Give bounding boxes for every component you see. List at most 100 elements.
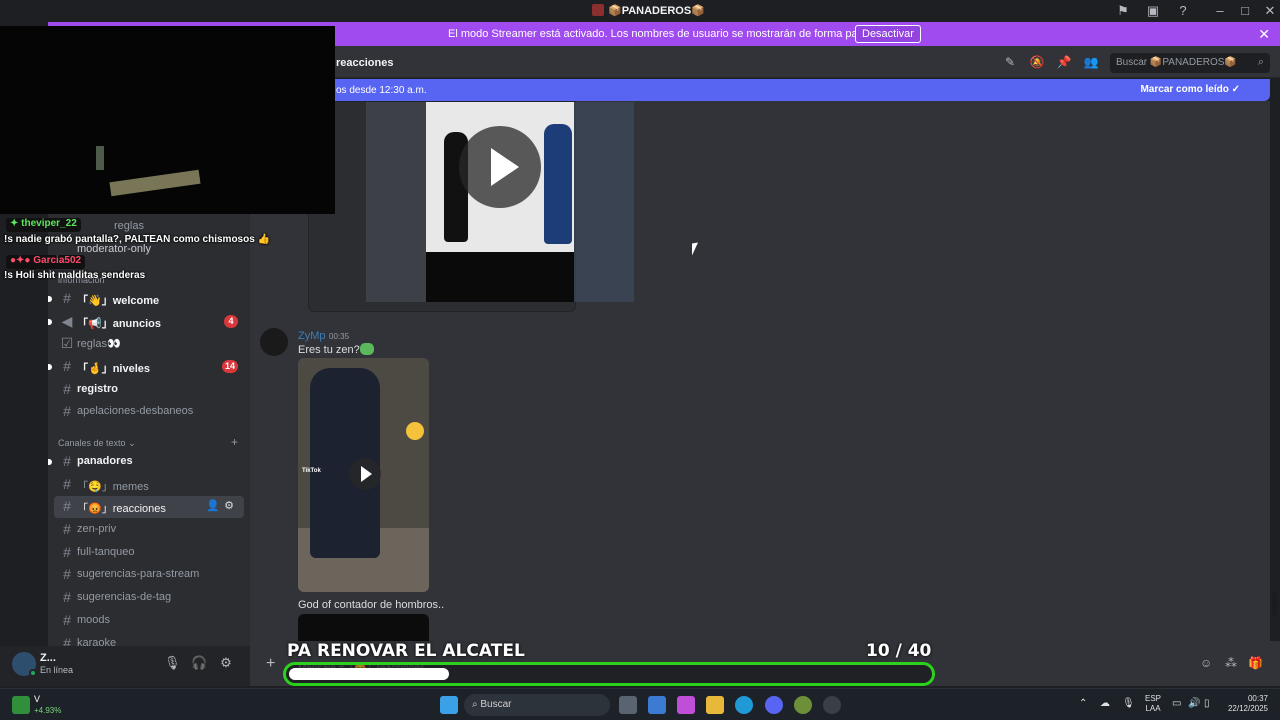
emoji-icon[interactable]: ☺ bbox=[1200, 656, 1214, 670]
hash-icon: # bbox=[63, 358, 71, 374]
new-messages-since: os desde 12:30 a.m. bbox=[336, 85, 427, 96]
channel-reglas[interactable]: ☑ reglas👀 bbox=[48, 333, 250, 355]
battery-icon[interactable]: ▯ bbox=[1204, 698, 1210, 709]
add-channel-icon[interactable]: + bbox=[231, 435, 238, 449]
help-icon[interactable]: ? bbox=[1175, 3, 1191, 19]
close-banner-icon[interactable]: ✕ bbox=[1258, 26, 1270, 43]
search-input[interactable]: Buscar 📦PANADEROS📦 ⌕ bbox=[1110, 53, 1270, 73]
title-bar: 📦PANADEROS📦 ⚑ ▣ ? – □ ✕ bbox=[0, 0, 1280, 22]
gear-icon[interactable]: ⚙ bbox=[224, 500, 238, 512]
inbox-icon[interactable]: ▣ bbox=[1145, 3, 1161, 19]
chevron-up-icon[interactable]: ⌃ bbox=[1079, 698, 1087, 709]
disable-streamer-button[interactable]: Desactivar bbox=[855, 25, 921, 43]
chevron-down-icon: ⌄ bbox=[128, 438, 136, 448]
stock-widget-icon[interactable] bbox=[12, 696, 30, 714]
members-icon[interactable]: 👥 bbox=[1083, 55, 1099, 71]
channel-full-tanqueo[interactable]: # full-tanqueo bbox=[48, 542, 250, 564]
channel-label: 「📢」anuncios bbox=[77, 318, 161, 330]
gear-icon[interactable]: ⚙ bbox=[218, 655, 234, 671]
channel-label: full-tanqueo bbox=[77, 546, 135, 558]
app-icon[interactable] bbox=[794, 696, 812, 714]
video-embed[interactable] bbox=[308, 101, 634, 312]
minimize-button[interactable]: – bbox=[1212, 3, 1228, 19]
window-title: 📦PANADEROS📦 bbox=[592, 4, 705, 17]
channel-anuncios[interactable]: ◀ 「📢」anuncios 4 bbox=[48, 311, 250, 333]
start-icon[interactable] bbox=[440, 696, 458, 714]
edge-icon[interactable] bbox=[735, 696, 753, 714]
channel-niveles[interactable]: # 「🤞」niveles 14 bbox=[48, 356, 250, 378]
clock[interactable]: 00:37 22/12/2025 bbox=[1226, 694, 1268, 714]
channel-zen-priv[interactable]: # zen-priv bbox=[48, 519, 250, 541]
hash-icon: # bbox=[63, 635, 71, 646]
server-icon bbox=[592, 4, 604, 16]
goal-progress-fill bbox=[289, 668, 449, 680]
channel-apelaciones[interactable]: # apelaciones-desbaneos bbox=[48, 401, 250, 423]
mark-read-icon: ✓ bbox=[1231, 84, 1240, 95]
tiktok-video-embed[interactable]: TikTok bbox=[298, 358, 429, 592]
channel-sugerencias-stream[interactable]: # sugerencias-para-stream bbox=[48, 564, 250, 586]
file-explorer-icon[interactable] bbox=[706, 696, 724, 714]
taskbar-search[interactable]: ⌕ Buscar bbox=[464, 694, 610, 716]
language-indicator[interactable]: ESP LAA bbox=[1145, 694, 1161, 714]
channel-label: 「🤞」niveles bbox=[77, 363, 150, 375]
channel-karaoke[interactable]: # karaoke bbox=[48, 633, 250, 646]
gift-icon[interactable]: 🎁 bbox=[1248, 656, 1263, 670]
store-icon[interactable] bbox=[648, 696, 666, 714]
channel-actions[interactable]: 👤⚙ bbox=[206, 499, 238, 512]
mention-badge: 4 bbox=[224, 315, 238, 328]
chat-badge-icon: ✦ bbox=[10, 218, 22, 229]
threads-icon[interactable]: ✎ bbox=[1002, 55, 1018, 71]
channel-label: registro bbox=[77, 383, 118, 395]
avatar[interactable] bbox=[260, 328, 288, 356]
video-embed-partial[interactable] bbox=[298, 614, 429, 641]
new-messages-bar[interactable]: os desde 12:30 a.m. Marcar como leído ✓ bbox=[250, 79, 1270, 101]
laughing-emoji-icon bbox=[406, 422, 424, 440]
taskbar-search-label: Buscar bbox=[480, 699, 512, 710]
blur-edge bbox=[574, 102, 634, 302]
microphone-icon[interactable]: 🎙 bbox=[164, 655, 181, 671]
close-window-button[interactable]: ✕ bbox=[1262, 3, 1278, 19]
microphone-icon[interactable]: 🎙 bbox=[1122, 698, 1135, 709]
avatar[interactable] bbox=[12, 652, 37, 677]
channel-label: sugerencias-para-stream bbox=[77, 568, 200, 580]
pin-icon[interactable]: 📌 bbox=[1056, 55, 1072, 71]
discord-icon[interactable] bbox=[765, 696, 783, 714]
frog-emoji-icon bbox=[360, 343, 374, 355]
invite-icon[interactable]: 👤 bbox=[206, 500, 224, 512]
channel-panadores[interactable]: # panadores bbox=[48, 451, 250, 473]
play-icon[interactable] bbox=[459, 126, 541, 208]
message-author[interactable]: ZyMp bbox=[298, 330, 326, 342]
channel-label: moods bbox=[77, 614, 111, 626]
maximize-button[interactable]: □ bbox=[1237, 3, 1253, 19]
chat-username-text: theviper_22 bbox=[21, 218, 77, 229]
add-attachment-icon[interactable]: + bbox=[266, 655, 275, 673]
task-view-icon[interactable] bbox=[619, 696, 637, 714]
stock-change: +4.93% bbox=[34, 706, 62, 715]
headphones-icon[interactable]: 🎧 bbox=[191, 655, 207, 671]
username[interactable]: Z... bbox=[40, 652, 56, 664]
flag-icon[interactable]: ⚑ bbox=[1115, 3, 1131, 19]
goal-counter: 10 / 40 bbox=[866, 641, 931, 661]
channel-sugerencias-tag[interactable]: # sugerencias-de-tag bbox=[48, 587, 250, 609]
mark-as-read-button[interactable]: Marcar como leído ✓ bbox=[1140, 84, 1240, 95]
channel-reacciones[interactable]: # 「😡」reacciones 👤⚙ bbox=[54, 496, 244, 518]
channel-registro[interactable]: # registro bbox=[48, 379, 250, 401]
channel-label: panadores bbox=[77, 455, 133, 467]
channel-moods[interactable]: # moods bbox=[48, 610, 250, 632]
apps-icon[interactable]: ⁂ bbox=[1225, 656, 1239, 670]
channel-welcome[interactable]: # 「👋」welcome bbox=[48, 288, 250, 310]
mute-bell-icon[interactable]: 🔕 bbox=[1029, 55, 1045, 71]
user-panel: Z... En línea 🎙 🎧 ⚙ bbox=[0, 646, 250, 686]
network-icon[interactable]: ▭ bbox=[1172, 698, 1181, 709]
channel-memes[interactable]: # 「🤤」memes bbox=[48, 474, 250, 496]
video-thumbnail[interactable] bbox=[366, 102, 634, 302]
volume-icon[interactable]: 🔊 bbox=[1188, 698, 1200, 709]
goal-progress-bar bbox=[283, 662, 935, 686]
scrollbar[interactable] bbox=[1272, 592, 1277, 616]
onedrive-icon[interactable]: ☁ bbox=[1100, 698, 1110, 709]
obs-icon[interactable] bbox=[823, 696, 841, 714]
copilot-icon[interactable] bbox=[677, 696, 695, 714]
unread-indicator bbox=[48, 459, 52, 465]
category-text-channels[interactable]: Canales de texto ⌄ bbox=[58, 438, 136, 449]
play-icon[interactable] bbox=[349, 458, 381, 490]
